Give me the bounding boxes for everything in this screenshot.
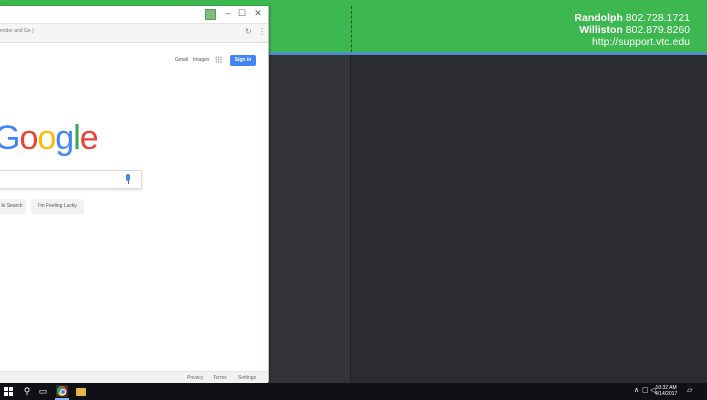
browser-titlebar[interactable]: – ☐ ✕	[0, 6, 268, 24]
logo-letter: o	[37, 119, 56, 157]
contact-location-randolph: Randolph	[574, 12, 623, 24]
task-view-icon[interactable]: ▭	[38, 386, 48, 397]
address-bar[interactable]: ender and Go ) ↻ ⋮	[0, 24, 268, 43]
taskbar-clock[interactable]: 10:32 AM 4/14/2017	[655, 385, 677, 397]
contact-phone-randolph: 802.728.1721	[625, 12, 690, 24]
gmail-link[interactable]: Gmail	[175, 57, 188, 63]
sign-in-button[interactable]: Sign in	[230, 55, 256, 66]
support-url: http://support.vtc.edu	[591, 36, 690, 48]
desktop-panel	[268, 55, 351, 383]
windows-start-icon[interactable]	[4, 386, 14, 397]
search-input[interactable]	[0, 170, 142, 189]
maximize-icon[interactable]: ☐	[236, 8, 248, 19]
logo-letter: e	[79, 119, 99, 157]
images-link[interactable]: Images	[193, 57, 209, 63]
feeling-lucky-button[interactable]: I'm Feeling Lucky	[31, 199, 84, 214]
terms-link[interactable]: Terms	[213, 375, 227, 381]
google-search-button[interactable]: le Search	[0, 199, 26, 214]
close-icon[interactable]: ✕	[252, 8, 264, 19]
tray-chevron-icon[interactable]: ∧	[634, 386, 639, 394]
google-footer: Privacy Terms Settings	[0, 371, 268, 383]
apps-grid-icon[interactable]	[215, 56, 222, 63]
chrome-icon	[57, 386, 67, 396]
menu-dots-icon[interactable]: ⋮	[258, 27, 266, 36]
network-icon[interactable]: ▢	[642, 386, 649, 394]
google-topnav: Gmail Images Sign in	[0, 55, 268, 69]
privacy-link[interactable]: Privacy	[187, 375, 203, 381]
search-icon[interactable]: ⚲	[22, 386, 32, 397]
google-logo: Google	[0, 119, 99, 158]
logo-letter: g	[55, 119, 74, 157]
notifications-icon[interactable]: ▱	[687, 386, 692, 394]
contact-phone-williston: 802.879.8260	[625, 24, 690, 36]
chrome-taskbar-icon[interactable]	[56, 385, 68, 397]
address-text: ender and Go )	[0, 28, 34, 34]
contact-location-williston: Williston	[579, 24, 623, 36]
taskbar: ⚲ ▭ ∧ ▢ ◁ 10:32 AM 4/14/2017 ▱	[0, 383, 707, 400]
desktop-divider	[350, 0, 351, 383]
logo-letter: o	[19, 119, 38, 157]
file-explorer-icon[interactable]	[76, 388, 86, 396]
settings-link[interactable]: Settings	[238, 375, 256, 381]
clock-date: 4/14/2017	[655, 391, 678, 397]
minimize-icon[interactable]: –	[222, 8, 234, 18]
extension-icon[interactable]	[205, 9, 216, 20]
logo-letter: G	[0, 119, 20, 157]
banner-divider	[351, 6, 352, 52]
browser-window[interactable]: – ☐ ✕ ender and Go ) ↻ ⋮ Gmail Images Si…	[0, 6, 269, 383]
support-contact: Randolph 802.728.1721 Williston 802.879.…	[574, 12, 690, 48]
refresh-icon[interactable]: ↻	[245, 27, 252, 36]
microphone-icon[interactable]	[126, 174, 130, 184]
